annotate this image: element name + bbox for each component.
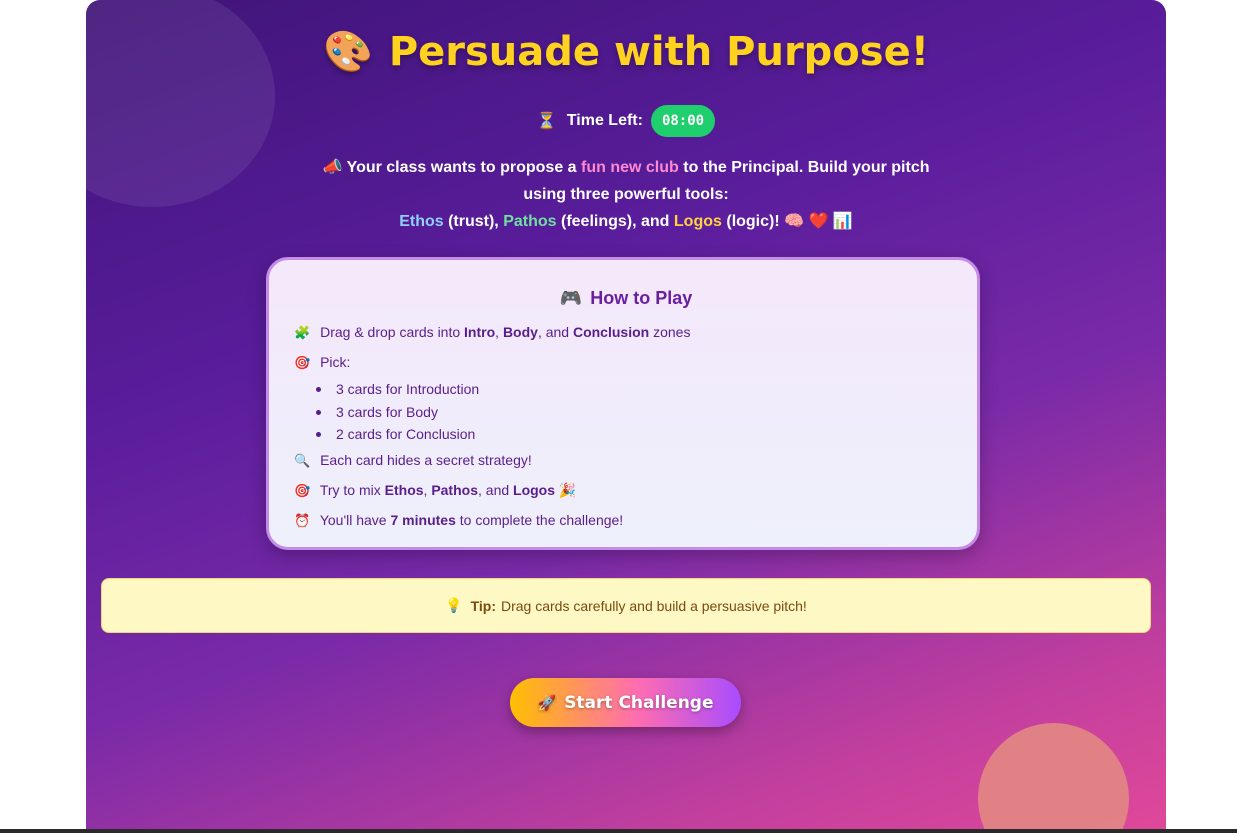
instruction-secret: 🔍 Each card hides a secret strategy!	[294, 452, 532, 468]
lightbulb-icon: 💡	[445, 597, 463, 613]
gamepad-icon: 🎮	[559, 288, 583, 308]
tip-label: Tip:	[470, 597, 496, 614]
logos-desc: (logic)!	[726, 213, 780, 230]
instruction-mix: 🎯 Try to mix Ethos, Pathos, and Logos 🎉	[294, 482, 577, 498]
bottom-edge-bar	[0, 829, 1237, 833]
logos-label: Logos	[673, 213, 722, 230]
list-item: 2 cards for Conclusion	[316, 423, 479, 446]
target-icon: 🎯	[294, 483, 311, 498]
instruction-time: ⏰ You'll have 7 minutes to complete the …	[294, 512, 624, 528]
timer-label: Time Left:	[566, 112, 643, 129]
hourglass-icon: ⏳	[536, 113, 557, 130]
start-challenge-button[interactable]: 🚀 Start Challenge	[510, 678, 741, 727]
timer-row: ⏳ Time Left: 08:00	[86, 104, 1166, 138]
decorative-circle-bottom	[978, 723, 1129, 829]
start-challenge-label: Start Challenge	[564, 692, 714, 713]
intro-highlight: fun new club	[581, 159, 679, 176]
how-to-play-card: 🎮 How to Play 🧩 Drag & drop cards into In…	[266, 257, 980, 550]
puzzle-icon: 🧩	[294, 325, 311, 340]
pathos-label: Pathos	[503, 213, 557, 230]
ethos-label: Ethos	[399, 213, 444, 230]
megaphone-icon: 📣	[322, 159, 343, 176]
pathos-desc: (feelings), and	[561, 213, 670, 230]
intro-text: 📣 Your class wants to propose a fun new …	[301, 154, 951, 235]
target-icon: 🎯	[294, 355, 311, 370]
intro-part1: Your class wants to propose a	[346, 159, 577, 176]
tip-text: Drag cards carefully and build a persuas…	[501, 597, 807, 614]
game-panel: 🎨 Persuade with Purpose! ⏳ Time Left: 08:…	[86, 0, 1166, 829]
how-to-play-title-text: How to Play	[590, 288, 693, 308]
how-to-play-title: 🎮 How to Play	[269, 288, 983, 309]
palette-icon: 🎨	[323, 29, 373, 75]
tip-banner: 💡 Tip: Drag cards carefully and build a …	[101, 578, 1151, 633]
ethos-desc: (trust),	[448, 213, 499, 230]
timer-badge: 08:00	[650, 105, 716, 137]
intro-emojis-icon: 🧠 ❤️ 📊	[784, 213, 853, 230]
pick-list: 3 cards for Introduction 3 cards for Bod…	[316, 378, 479, 446]
alarm-clock-icon: ⏰	[294, 513, 311, 528]
magnifier-icon: 🔍	[294, 453, 311, 468]
list-item: 3 cards for Body	[316, 401, 479, 424]
rocket-icon: 🚀	[537, 693, 557, 712]
instruction-pick: 🎯 Pick:	[294, 354, 351, 370]
instruction-drag-drop: 🧩 Drag & drop cards into Intro, Body, an…	[294, 324, 691, 340]
title-text: Persuade with Purpose!	[388, 29, 929, 75]
page-title: 🎨 Persuade with Purpose!	[86, 28, 1166, 75]
list-item: 3 cards for Introduction	[316, 378, 479, 401]
party-icon: 🎉	[558, 482, 577, 498]
